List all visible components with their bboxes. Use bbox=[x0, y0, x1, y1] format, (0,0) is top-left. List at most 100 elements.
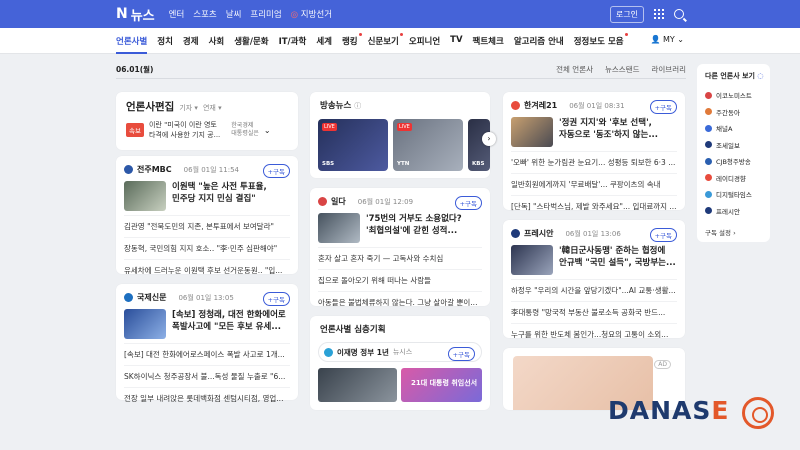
tab-life[interactable]: 생활/문화 bbox=[234, 35, 268, 47]
other-press-item[interactable]: 레이디경향 bbox=[697, 170, 770, 187]
subscribe-settings-link[interactable]: 구독 설정 › bbox=[697, 219, 770, 237]
headline-link[interactable]: [속보] 정청래, 대전 한화에어로 폭발사고에 "모든 후보 유세... bbox=[172, 309, 286, 339]
refresh-icon: ◌ bbox=[757, 72, 764, 80]
apps-grid-icon[interactable] bbox=[654, 9, 664, 19]
tab-factcheck[interactable]: 팩트체크 bbox=[473, 35, 504, 47]
press-edit-card: 언론사편집 기자 ▾ 연재 ▾ 속보 이란 "미국이 이란 영토 타격에 사용한 … bbox=[116, 92, 298, 150]
other-press-item[interactable]: 채널A bbox=[697, 120, 770, 137]
nav-sports[interactable]: 스포츠 bbox=[193, 8, 216, 20]
headline-thumbnail[interactable] bbox=[124, 309, 166, 339]
my-menu[interactable]: 👤 MY ⌄ bbox=[650, 35, 684, 44]
filter-reporter[interactable]: 기자 ▾ bbox=[179, 103, 198, 113]
tab-opinion[interactable]: 오피니언 bbox=[409, 35, 440, 47]
press-card-hankyoreh21: 한겨레21 06월 01일 08:31 +구독 '정권 지지'와 '후보 선택'… bbox=[503, 92, 685, 211]
tab-politics[interactable]: 정치 bbox=[157, 35, 173, 47]
headline-thumbnail[interactable] bbox=[511, 117, 553, 147]
top-bar: N 뉴스 엔터 스포츠 날씨 프리미엄 ◎ 지방선거 로그인 bbox=[0, 0, 800, 28]
other-press-item[interactable]: 프레시안 bbox=[697, 203, 770, 220]
other-press-item[interactable]: CJB청주방송 bbox=[697, 153, 770, 170]
broadcast-card: 방송뉴스 ⓘ LIVE SBS LIVE YTN KBS › bbox=[310, 92, 496, 178]
other-press-item[interactable]: 디지털타임스 bbox=[697, 186, 770, 203]
election-icon: ◎ bbox=[290, 10, 299, 20]
headline-link[interactable]: '75번의 거부도 소용없다? '최협의설'에 갇힌 성적... bbox=[366, 213, 462, 243]
subscribe-button[interactable]: +구독 bbox=[262, 164, 290, 178]
headline-link[interactable]: '韓日군사동맹' 준하는 협정에 안규백 "국민 설득", 국방부는... bbox=[559, 245, 676, 275]
list-item[interactable]: 집으로 돌아오기 위해 떠나는 사람들 bbox=[318, 269, 482, 291]
tab-world[interactable]: 세계 bbox=[316, 35, 332, 47]
info-icon: ⓘ bbox=[354, 102, 362, 110]
main-nav: 언론사별 정치 경제 사회 생활/문화 IT/과학 세계 랭킹 신문보기 오피니… bbox=[0, 28, 800, 54]
headline-thumbnail[interactable] bbox=[124, 181, 166, 211]
headline-thumbnail[interactable] bbox=[318, 213, 360, 243]
filter-series[interactable]: 연재 ▾ bbox=[203, 103, 222, 113]
other-press-item[interactable]: 주간동아 bbox=[697, 104, 770, 121]
list-item[interactable]: 누구를 위한 반도체 봄인가...청요의 고통이 소외... bbox=[511, 323, 677, 345]
list-item[interactable]: 하정우 "우리의 시간을 앞당기겠다"...AI 교통·생활... bbox=[511, 279, 677, 301]
search-icon[interactable] bbox=[674, 9, 684, 19]
login-button[interactable]: 로그인 bbox=[609, 5, 644, 23]
list-item[interactable]: 아동들은 불법체류하지 않는다. 그냥 살아갈 뿐이... bbox=[318, 291, 482, 313]
other-press-panel: 다른 언론사 보기 ◌ 이코노미스트 주간동아 채널A 조세일보 CJB청주방송… bbox=[697, 64, 770, 242]
other-press-item[interactable]: 조세일보 bbox=[697, 137, 770, 154]
press-name[interactable]: 전주MBC bbox=[137, 164, 172, 175]
tab-ranking[interactable]: 랭킹 bbox=[342, 32, 362, 47]
link-newsstand[interactable]: 뉴스스탠드 bbox=[605, 64, 640, 75]
nav-weather[interactable]: 날씨 bbox=[226, 8, 242, 20]
headline-link[interactable]: 이원택 "높은 사전 투표율, 민주당 지지 민심 결집" bbox=[172, 181, 267, 211]
press-logo-icon bbox=[318, 197, 327, 206]
watermark-logo: DANASE bbox=[608, 396, 730, 425]
list-item[interactable]: [속보] 대전 한화에어로스페이스 폭발 사고로 1개... bbox=[124, 343, 290, 365]
nav-entertain[interactable]: 엔터 bbox=[169, 8, 185, 20]
link-library[interactable]: 라이브러리 bbox=[652, 64, 687, 75]
tab-corrections[interactable]: 정정보도 모음 bbox=[574, 32, 628, 47]
tab-economy[interactable]: 경제 bbox=[183, 35, 199, 47]
tab-it[interactable]: IT/과학 bbox=[279, 35, 307, 47]
sub-bar: 06.01(월) 전체 언론사 뉴스스탠드 라이브러리 bbox=[116, 64, 686, 78]
subscribe-button[interactable]: +구독 bbox=[649, 100, 677, 114]
press-name[interactable]: 프레시안 bbox=[524, 228, 553, 239]
list-item[interactable]: 李대통령 "망국적 부동산 불로소득 공화국 반드... bbox=[511, 301, 677, 323]
user-icon: 👤 bbox=[650, 35, 661, 44]
press-logo-icon bbox=[324, 347, 333, 357]
other-press-item[interactable]: 이코노미스트 bbox=[697, 87, 770, 104]
headline-thumbnail[interactable] bbox=[511, 245, 553, 275]
link-all-press[interactable]: 전체 언론사 bbox=[556, 64, 593, 75]
chevron-down-icon[interactable]: ⌄ bbox=[264, 126, 271, 135]
subscribe-button[interactable]: +구독 bbox=[454, 196, 482, 210]
press-card-pressian: 프레시안 06월 01일 13:06 +구독 '韓日군사동맹' 준하는 협정에 안… bbox=[503, 220, 685, 339]
tab-press[interactable]: 언론사별 bbox=[116, 35, 148, 54]
list-item[interactable]: [단독] "스타벅스님, 제발 와주세요"... 입대료까지 ... bbox=[511, 195, 677, 217]
nav-election[interactable]: ◎ 지방선거 bbox=[291, 8, 332, 20]
list-item[interactable]: SK하이닉스 청주공장서 불...독성 물질 누출로 "6... bbox=[124, 365, 290, 387]
subscribe-button[interactable]: +구독 bbox=[262, 292, 290, 306]
nav-premium[interactable]: 프리미엄 bbox=[250, 8, 281, 20]
press-name[interactable]: 국제신문 bbox=[137, 292, 166, 303]
list-item[interactable]: 유세차에 드러누운 이원택 후보 선거운동원.. "입... bbox=[124, 259, 290, 281]
list-item[interactable]: 장동혁, 국민의힘 지지 호소.. "李·민주 심판해야" bbox=[124, 237, 290, 259]
tab-algorithm[interactable]: 알고리즘 안내 bbox=[514, 35, 564, 47]
press-name[interactable]: 한겨레21 bbox=[524, 100, 557, 111]
headline-link[interactable]: '정권 지지'와 '후보 선택', 자동으로 '동조'하지 않는... bbox=[559, 117, 658, 147]
ad-badge: AD bbox=[654, 360, 671, 369]
list-item[interactable]: 혼자 살고 혼자 죽기 — 고독사와 수치심 bbox=[318, 247, 482, 269]
tv-thumb-sbs[interactable]: LIVE SBS bbox=[318, 119, 388, 171]
tab-tv[interactable]: TV bbox=[450, 35, 462, 47]
series-pill[interactable]: 이재명 정부 1년 뉴시스 +구독 bbox=[318, 342, 482, 362]
press-name[interactable]: 일다 bbox=[331, 196, 346, 207]
next-arrow-icon[interactable]: › bbox=[482, 132, 496, 146]
breaking-item[interactable]: 속보 이란 "미국이 이란 영토 타격에 사용한 기지 공... 한국경제 대통령실… bbox=[116, 114, 298, 140]
naver-news-logo[interactable]: N 뉴스 bbox=[116, 5, 155, 24]
tv-thumb-ytn[interactable]: LIVE YTN bbox=[393, 119, 463, 171]
list-item[interactable]: '오빠' 위한 눈가림관 눈요기... 성평등 퇴보한 6·3 ... bbox=[511, 151, 677, 173]
list-item[interactable]: 김관영 "전북도민의 지존, 본투표에서 보여달라" bbox=[124, 215, 290, 237]
other-press-title: 다른 언론사 보기 ◌ bbox=[705, 72, 764, 80]
subscribe-button[interactable]: +구독 bbox=[649, 228, 677, 242]
tab-society[interactable]: 사회 bbox=[209, 35, 225, 47]
subscribe-button[interactable]: +구독 bbox=[447, 347, 475, 361]
deep-thumb-1[interactable] bbox=[318, 368, 397, 402]
timestamp: 06월 01일 13:06 bbox=[565, 229, 621, 238]
list-item[interactable]: 전장 일부 내려앉은 롯데백화점 센텀시티점, 영업... bbox=[124, 387, 290, 409]
list-item[interactable]: 일반회원에게까지 '무료배달'... 쿠팡이츠의 속내 bbox=[511, 173, 677, 195]
tab-newspaper[interactable]: 신문보기 bbox=[368, 32, 404, 47]
deep-thumb-2[interactable]: 21대 대통령 취임선서 bbox=[400, 368, 482, 402]
